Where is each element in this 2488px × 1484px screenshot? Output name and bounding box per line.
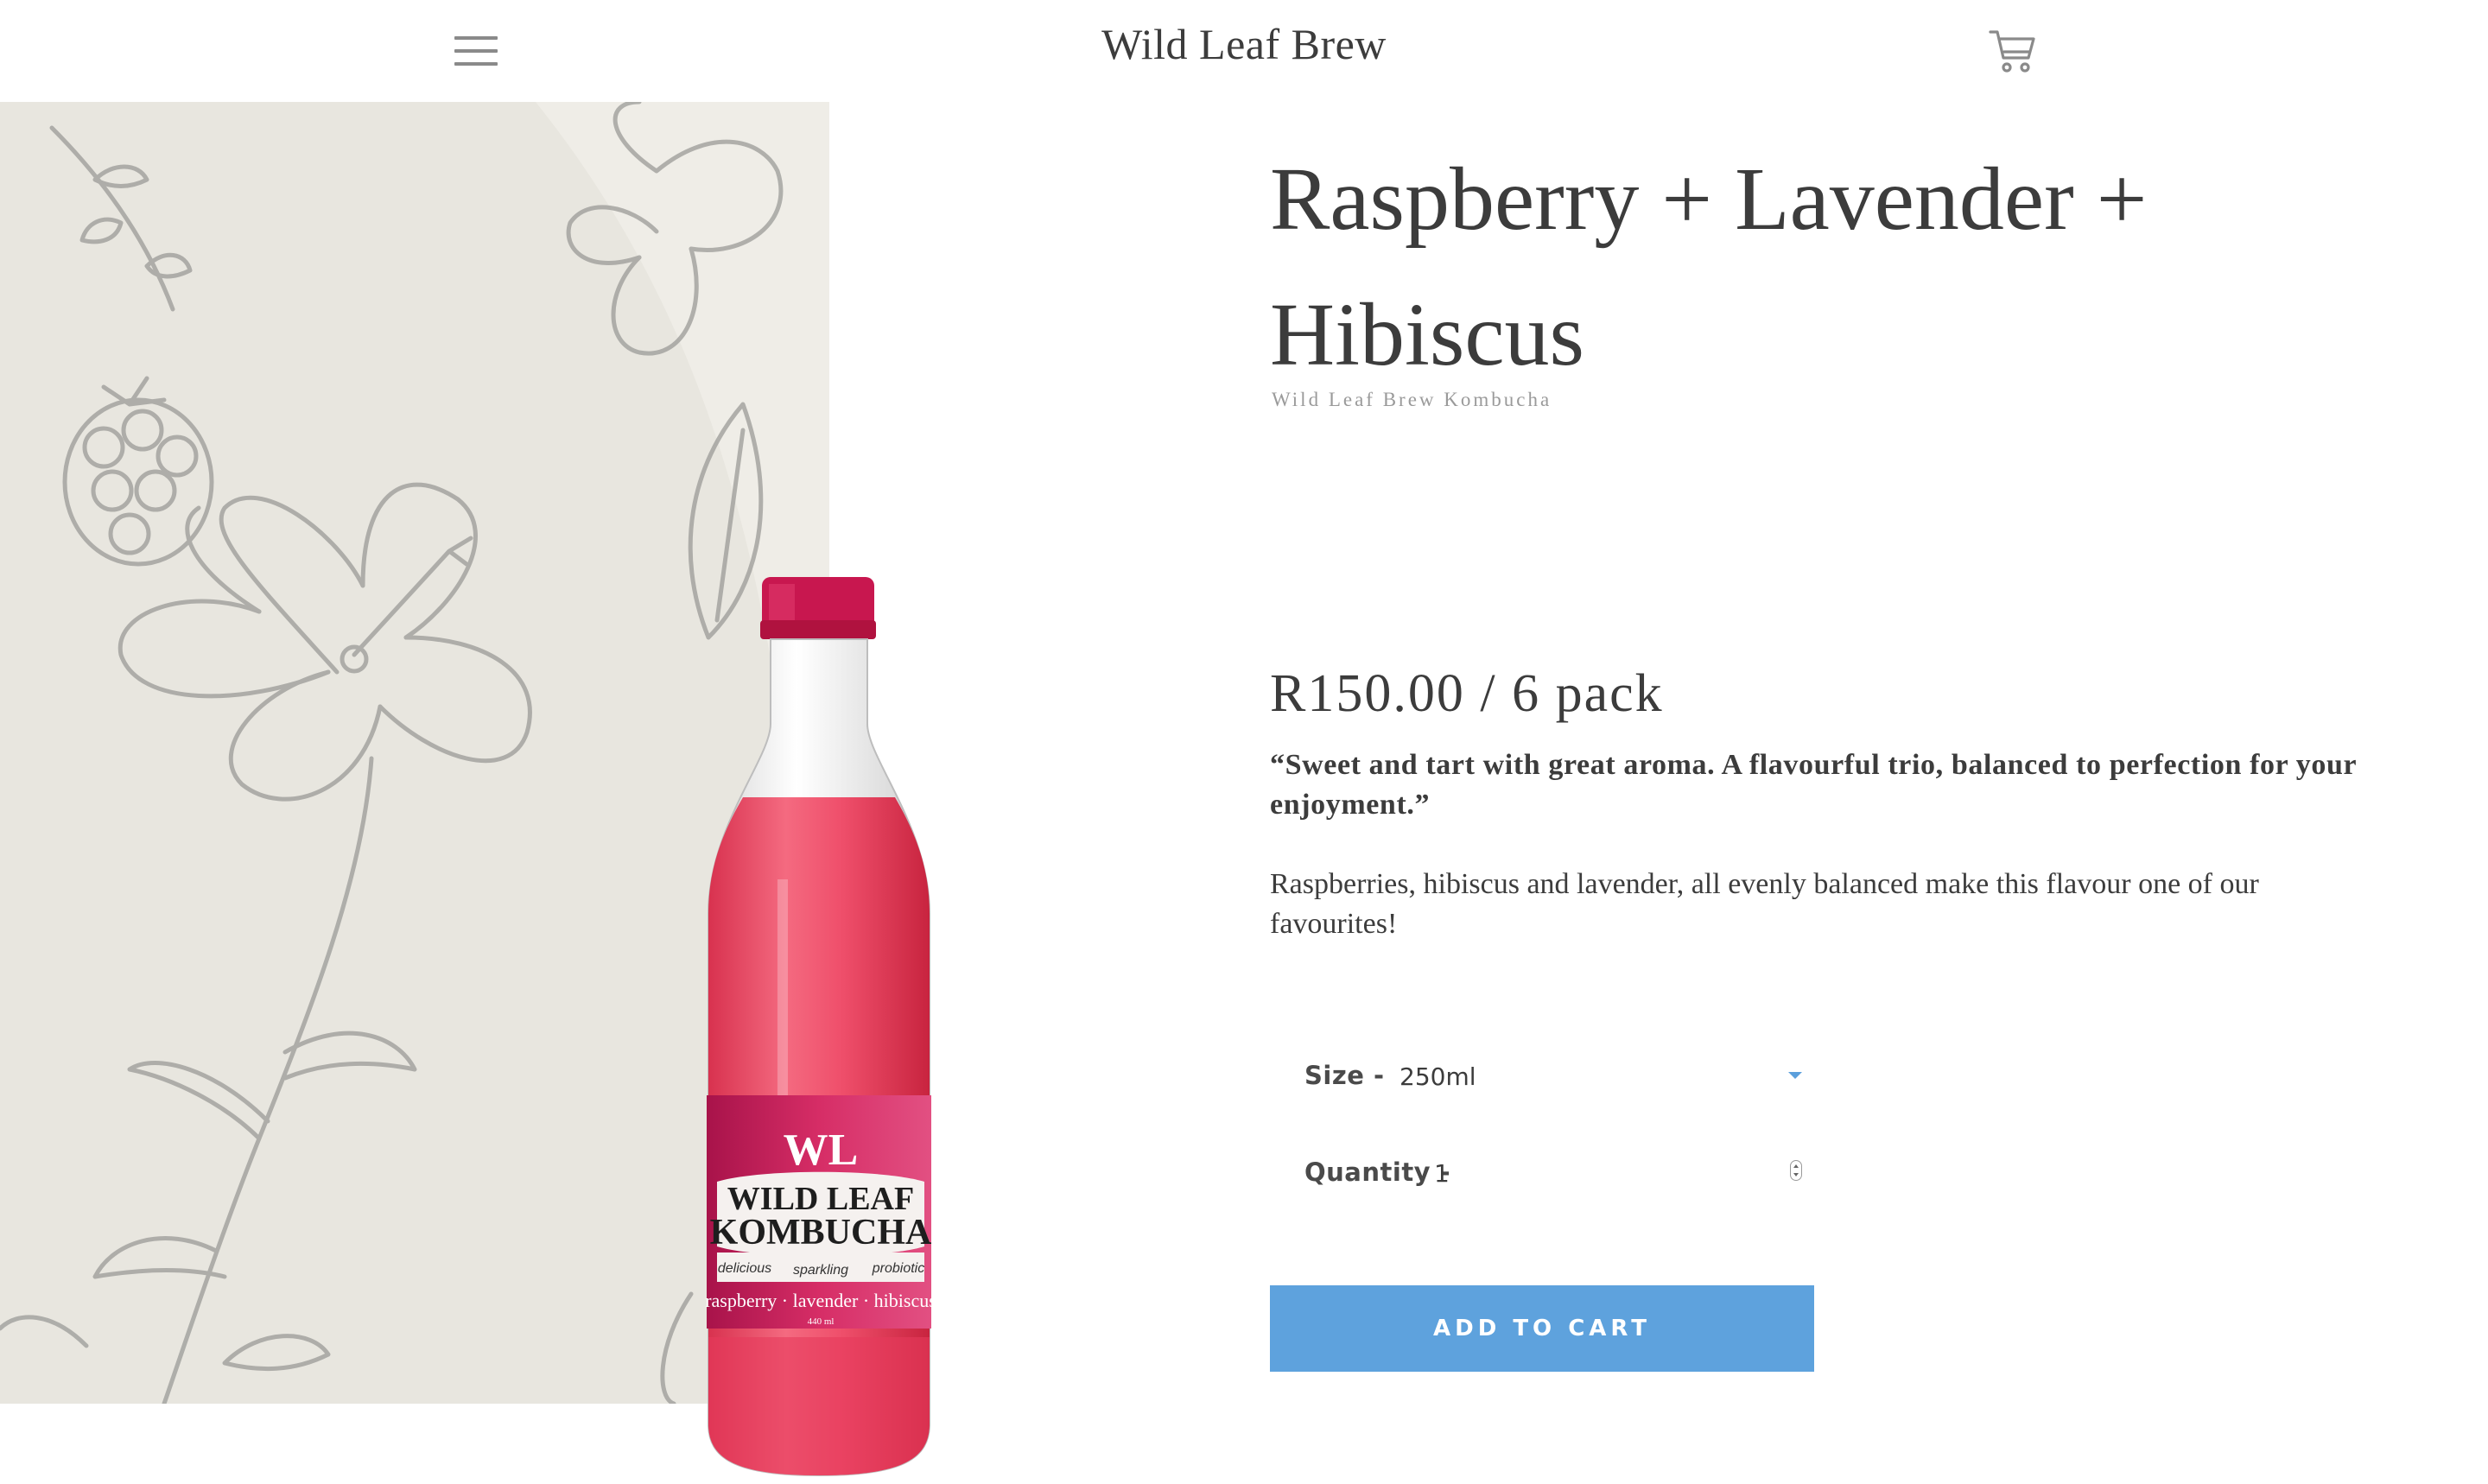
bottle-tag-2: sparkling: [793, 1263, 848, 1278]
stepper-arrows-icon[interactable]: [1790, 1160, 1802, 1181]
bottle-brand-line1: WILD LEAF: [727, 1181, 914, 1217]
bottle-tag-1: delicious: [718, 1261, 771, 1276]
hamburger-menu-icon[interactable]: [449, 29, 503, 73]
site-logo-link[interactable]: Wild Leaf Brew: [1101, 20, 1387, 68]
bottle-brand-mark: WL: [784, 1126, 859, 1175]
size-selected-value[interactable]: 250ml: [1400, 1062, 1476, 1091]
product-quote: “Sweet and tart with great aroma. A flav…: [1270, 749, 2357, 821]
bottle-brand-line2: KOMBUCHA: [710, 1213, 932, 1253]
site-logo: Wild Leaf Brew: [0, 19, 2488, 69]
chevron-down-icon[interactable]: [1788, 1072, 1802, 1079]
shopping-cart-icon[interactable]: [1985, 24, 2039, 78]
bottle-flavour-text: raspberry · lavender · hibiscus: [705, 1290, 936, 1311]
product-title: Raspberry + Lavender + Hibiscus: [1270, 149, 2148, 384]
site-header: Wild Leaf Brew: [0, 0, 2488, 102]
kombucha-bottle-image: WL WILD LEAF KOMBUCHA delicious sparklin…: [705, 577, 936, 1477]
product-description: Raspberries, hibiscus and lavender, all …: [1270, 868, 2259, 940]
product-image: WL WILD LEAF KOMBUCHA delicious sparklin…: [0, 102, 969, 1477]
quantity-stepper[interactable]: Quantity - 1: [1304, 1147, 1806, 1202]
product-price: R150.00 / 6 pack: [1270, 664, 1664, 723]
bottle-tag-3: probiotic: [872, 1261, 924, 1276]
size-label: Size -: [1304, 1061, 1385, 1090]
quantity-label: Quantity -: [1304, 1157, 1451, 1187]
add-to-cart-button[interactable]: ADD TO CART: [1270, 1285, 1814, 1372]
bottle-volume-text: 440 ml: [808, 1316, 835, 1327]
quantity-input[interactable]: 1: [1434, 1159, 1450, 1188]
size-select[interactable]: Size - 250ml: [1304, 1050, 1806, 1106]
product-vendor: Wild Leaf Brew Kombucha: [1272, 389, 1552, 410]
